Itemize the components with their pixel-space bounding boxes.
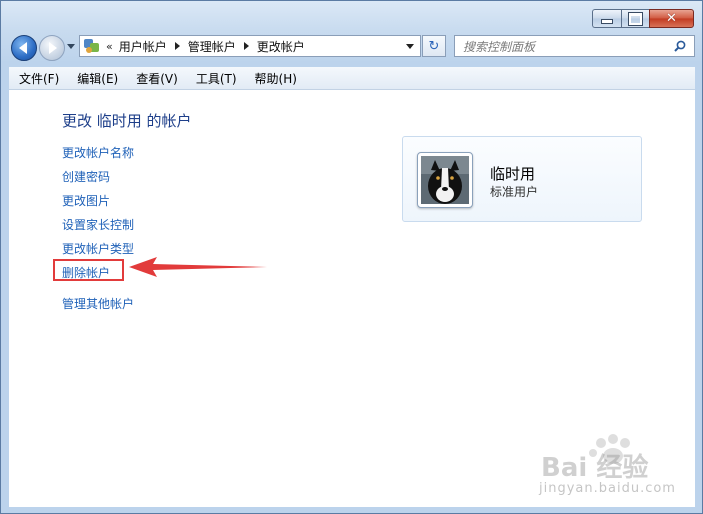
close-icon: ✕ <box>666 11 677 26</box>
search-box[interactable] <box>454 35 695 57</box>
control-panel-icon <box>84 38 100 54</box>
user-name: 临时用 <box>490 165 536 183</box>
search-input[interactable] <box>461 38 665 56</box>
maximize-button[interactable] <box>621 9 649 28</box>
address-bar[interactable]: « 用户帐户 管理帐户 更改帐户 <box>79 35 421 57</box>
caption-buttons: ✕ <box>592 9 694 28</box>
manage-other-accounts-link[interactable]: 管理其他帐户 <box>62 295 134 312</box>
refresh-button[interactable]: ↻ <box>422 35 446 57</box>
change-account-type-link[interactable]: 更改帐户类型 <box>62 240 134 257</box>
red-arrow-annotation <box>129 257 267 277</box>
breadcrumb-change-account[interactable]: 更改帐户 <box>257 38 305 55</box>
watermark-logo-text: Bai 经验 <box>541 453 649 483</box>
change-picture-link[interactable]: 更改图片 <box>62 192 110 209</box>
recent-pages-dropdown-icon[interactable] <box>67 44 75 49</box>
menu-edit[interactable]: 编辑(E) <box>67 70 126 87</box>
maximize-icon <box>628 11 643 26</box>
change-account-name-link[interactable]: 更改帐户名称 <box>62 144 134 161</box>
minimize-button[interactable] <box>592 9 621 28</box>
search-icon[interactable] <box>674 40 686 52</box>
menu-help[interactable]: 帮助(H) <box>245 70 305 87</box>
breadcrumb-manage-accounts[interactable]: 管理帐户 <box>188 38 236 55</box>
menu-bar: 文件(F) 编辑(E) 查看(V) 工具(T) 帮助(H) <box>9 67 695 90</box>
parental-controls-link[interactable]: 设置家长控制 <box>62 216 134 233</box>
avatar <box>417 152 473 208</box>
refresh-icon: ↻ <box>428 38 440 54</box>
page-title: 更改 临时用 的帐户 <box>62 112 192 130</box>
create-password-link[interactable]: 创建密码 <box>62 168 110 185</box>
breadcrumb-separator-icon[interactable] <box>243 42 249 50</box>
back-button[interactable] <box>11 35 37 61</box>
user-card: 临时用 标准用户 <box>402 136 642 222</box>
breadcrumb-overflow[interactable]: « <box>106 40 113 53</box>
menu-file[interactable]: 文件(F) <box>9 70 67 87</box>
control-panel-window: ✕ « 用户帐户 管理帐户 更改帐户 ↻ 文件(F) 编辑(E) 查看(V) <box>0 0 703 514</box>
close-button[interactable]: ✕ <box>649 9 694 28</box>
menu-tools[interactable]: 工具(T) <box>186 70 245 87</box>
user-type: 标准用户 <box>490 185 539 199</box>
highlight-box <box>53 259 124 281</box>
menu-view[interactable]: 查看(V) <box>126 70 186 87</box>
arrow-right-icon <box>49 42 57 54</box>
minimize-icon <box>601 19 613 24</box>
arrow-left-icon <box>19 42 27 54</box>
breadcrumb-user-accounts[interactable]: 用户帐户 <box>119 38 167 55</box>
watermark-url: jingyan.baidu.com <box>539 481 676 496</box>
address-dropdown-icon[interactable] <box>406 44 414 49</box>
breadcrumb-separator-icon[interactable] <box>174 42 180 50</box>
forward-button[interactable] <box>39 35 65 61</box>
dog-picture-icon <box>421 156 469 204</box>
